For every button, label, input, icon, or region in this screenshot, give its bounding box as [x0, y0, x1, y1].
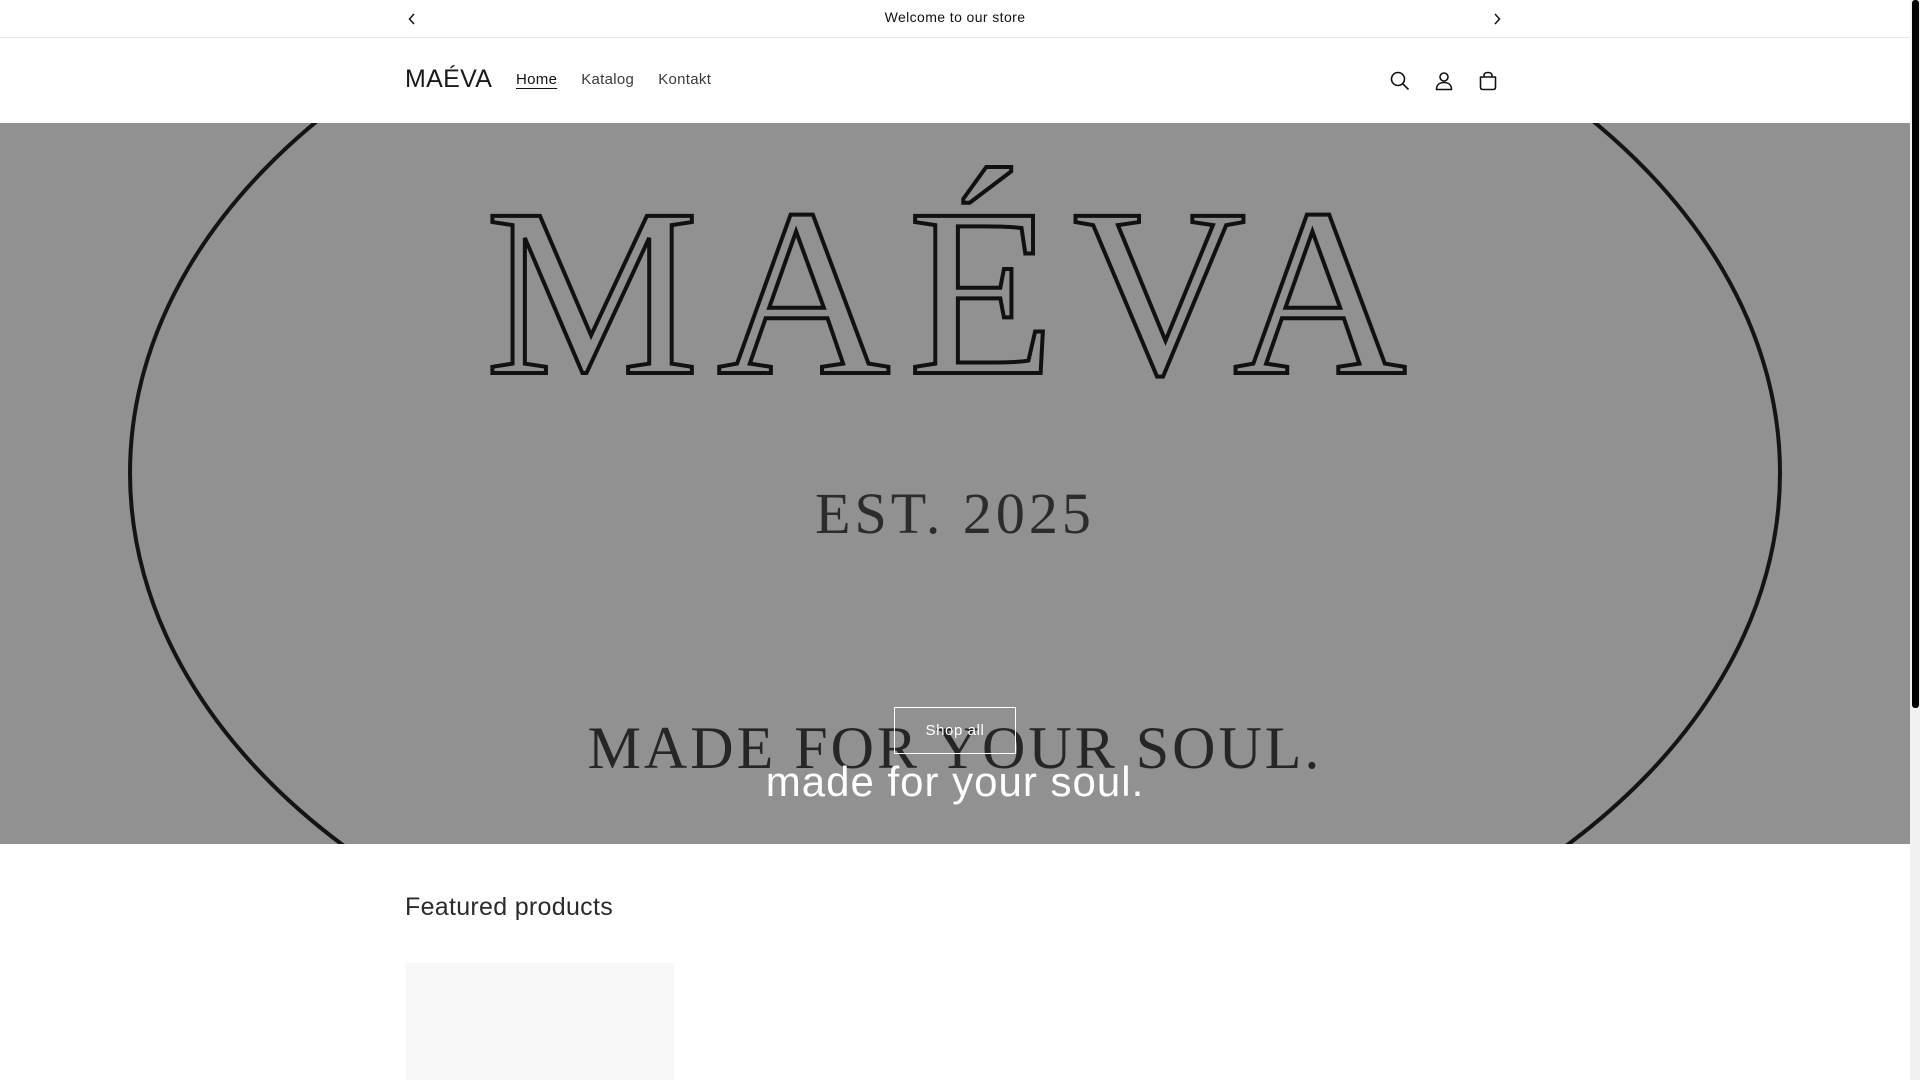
cart-icon [1479, 71, 1497, 91]
nav-item-kontakt[interactable]: Kontakt [646, 71, 723, 88]
cart-button[interactable] [1466, 59, 1510, 103]
account-button[interactable] [1422, 59, 1466, 103]
shop-all-button[interactable]: Shop all [894, 707, 1016, 754]
nav-item-home[interactable]: Home [504, 71, 569, 88]
store-page: Welcome to our store MAÉVA Home Katalog … [0, 0, 1910, 1080]
site-header: MAÉVA Home Katalog Kontakt [0, 39, 1910, 123]
nav-item-katalog[interactable]: Katalog [569, 71, 646, 88]
announcement-bar: Welcome to our store [0, 0, 1910, 38]
hero-image-brand: MAÉVA [485, 159, 1424, 425]
featured-products-title: Featured products [405, 893, 613, 921]
store-logo[interactable]: MAÉVA [405, 65, 492, 94]
scrollbar-thumb[interactable] [1912, 0, 1919, 708]
hero-image-est: EST. 2025 [815, 481, 1095, 546]
hero-heading: made for your soul. [765, 758, 1145, 805]
announcement-message: Welcome to our store [884, 9, 1026, 25]
main-nav: Home Katalog Kontakt [504, 71, 723, 88]
search-icon [1390, 71, 1410, 91]
header-icons [1378, 59, 1510, 103]
browser-viewport: Welcome to our store MAÉVA Home Katalog … [0, 0, 1920, 1080]
chevron-right-icon [1494, 13, 1501, 25]
announcement-next-button[interactable] [1485, 7, 1509, 31]
product-card[interactable] [405, 963, 674, 1080]
account-icon [1435, 72, 1453, 91]
page-scrollbar[interactable] [1910, 0, 1920, 1080]
search-button[interactable] [1378, 59, 1422, 103]
